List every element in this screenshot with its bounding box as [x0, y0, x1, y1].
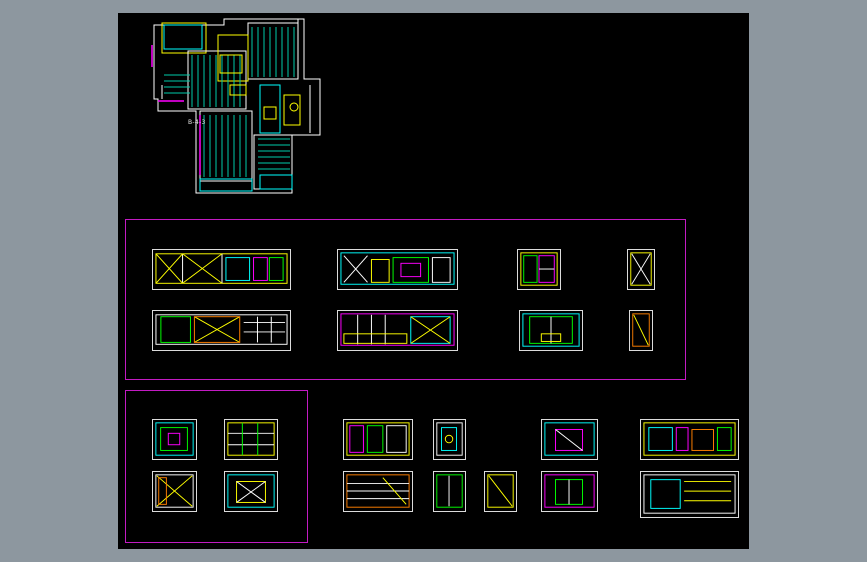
elevation-drawing [436, 422, 463, 456]
elevation-drawing [630, 252, 652, 286]
elevation-sheet-20[interactable] [640, 419, 739, 460]
elevation-drawing [346, 422, 410, 456]
elevation-sheet-6[interactable] [519, 310, 583, 351]
elevation-drawing [436, 474, 463, 508]
elevation-drawing [340, 252, 455, 285]
elevation-sheet-15[interactable] [433, 419, 466, 460]
elevation-drawing [643, 474, 736, 514]
elevation-drawing [544, 474, 595, 508]
elevation-drawing [544, 422, 595, 456]
elevation-sheet-9[interactable] [152, 419, 197, 460]
elevation-sheet-2[interactable] [152, 310, 291, 351]
elevation-sheet-5[interactable] [517, 249, 561, 290]
floor-plan-svg [151, 18, 321, 194]
elevation-sheet-11[interactable] [152, 471, 197, 512]
elevation-sheet-4[interactable] [337, 310, 458, 351]
elevation-drawing [522, 313, 580, 347]
cad-model-space[interactable]: B-4-3 [118, 13, 749, 549]
elevation-sheet-7[interactable] [627, 249, 655, 290]
floor-plan-drawing[interactable]: B-4-3 [144, 15, 328, 195]
elevation-drawing [632, 313, 650, 347]
elevation-drawing [227, 474, 275, 508]
elevation-sheet-17[interactable] [484, 471, 517, 512]
elevation-drawing [340, 313, 455, 346]
elevation-sheet-10[interactable] [224, 419, 278, 460]
elevation-drawing [155, 474, 194, 508]
floor-plan-label: B-4-3 [188, 119, 206, 126]
elevation-drawing [520, 252, 558, 286]
elevation-drawing [155, 253, 288, 284]
elevation-sheet-19[interactable] [541, 471, 598, 512]
elevation-drawing [227, 422, 275, 456]
elevations-group-left[interactable] [125, 390, 308, 543]
elevation-drawing [155, 422, 194, 456]
elevation-sheet-8[interactable] [629, 310, 653, 351]
elevation-sheet-16[interactable] [433, 471, 466, 512]
elevation-sheet-18[interactable] [541, 419, 598, 460]
elevation-drawing [643, 422, 736, 456]
elevation-drawing [155, 314, 288, 345]
elevations-group-top[interactable] [125, 219, 686, 380]
elevation-sheet-1[interactable] [152, 249, 291, 290]
elevation-drawing [487, 474, 514, 508]
elevation-sheet-13[interactable] [343, 419, 413, 460]
elevation-sheet-12[interactable] [224, 471, 278, 512]
elevation-sheet-3[interactable] [337, 249, 458, 290]
elevation-sheet-21[interactable] [640, 471, 739, 518]
elevation-sheet-14[interactable] [343, 471, 413, 512]
elevation-drawing [346, 474, 410, 508]
